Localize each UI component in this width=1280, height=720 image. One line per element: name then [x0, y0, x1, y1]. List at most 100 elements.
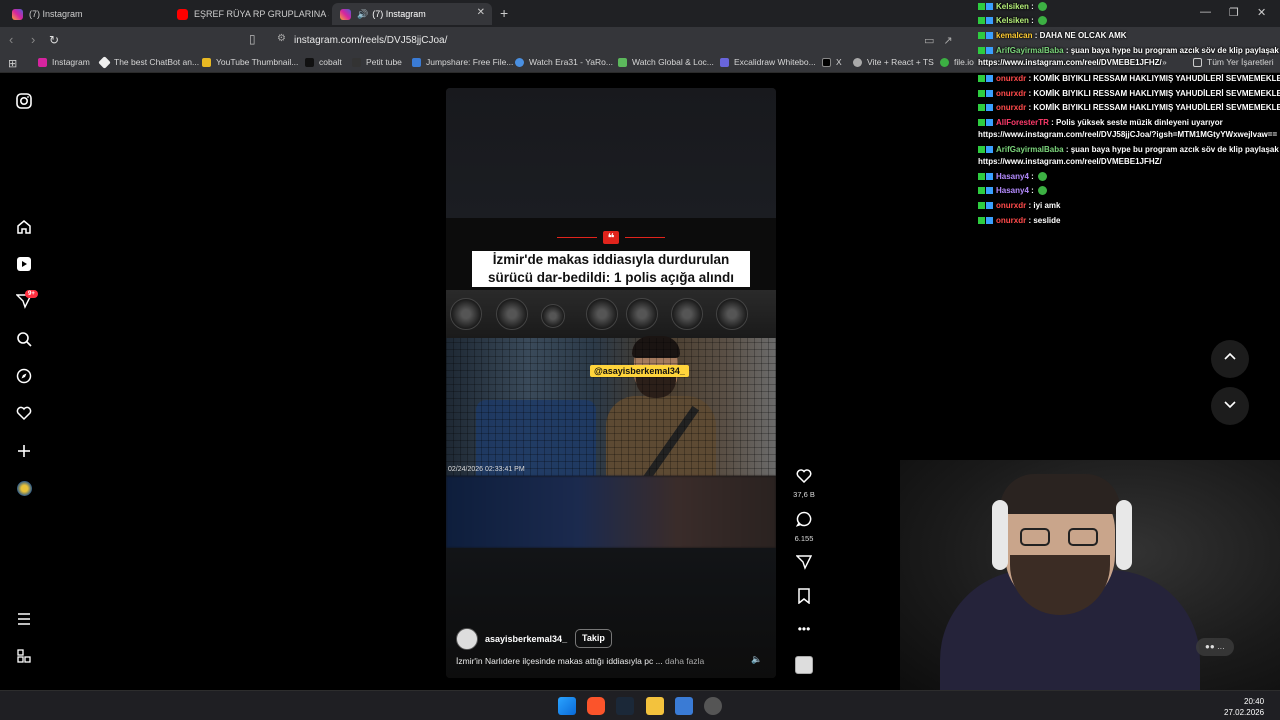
- bookmark-item[interactable]: Jumpshare: Free File...: [412, 57, 513, 67]
- minimize-icon[interactable]: —: [1200, 6, 1211, 18]
- chat-text: DAHA NE OLCAK AMK: [1039, 31, 1127, 40]
- emote-icon: [1038, 2, 1048, 12]
- app-icon[interactable]: [675, 697, 693, 715]
- divider: [557, 237, 597, 238]
- badge-icon: [978, 217, 985, 225]
- bookmark-item[interactable]: Excalidraw Whitebo...: [720, 57, 816, 67]
- badge-icon: [978, 3, 985, 11]
- all-bookmarks-folder[interactable]: Tüm Yer İşaretleri: [1193, 57, 1274, 67]
- home-icon[interactable]: [15, 218, 33, 236]
- video-bottom-blur: [446, 476, 776, 548]
- apps-grid-icon[interactable]: ⊞: [8, 57, 17, 70]
- save-icon[interactable]: [793, 588, 815, 609]
- system-clock[interactable]: 20:40 27.02.2026: [1224, 696, 1264, 718]
- badge-icon: [978, 47, 985, 55]
- bookmark-item[interactable]: The best ChatBot an...: [98, 55, 199, 69]
- more-options-icon[interactable]: •••: [793, 622, 815, 636]
- follow-button[interactable]: Takip: [575, 629, 612, 648]
- author-username[interactable]: asayisberkemal34_: [485, 634, 567, 644]
- create-icon[interactable]: [15, 442, 33, 460]
- restore-icon[interactable]: ❐: [1229, 6, 1239, 19]
- globe-icon: [853, 57, 862, 67]
- share-icon[interactable]: [793, 554, 815, 575]
- back-icon[interactable]: ‹: [9, 32, 13, 47]
- bookmark-item[interactable]: Instagram: [38, 57, 90, 67]
- volume-icon[interactable]: 🔈: [751, 654, 762, 665]
- start-icon[interactable]: [558, 697, 576, 715]
- chat-text: KOMİK BIYIKLI RESSAM HAKLIYMIŞ YAHUDİLER…: [1033, 103, 1280, 112]
- bookmark-page-icon[interactable]: ▯: [249, 32, 256, 46]
- heart-icon[interactable]: [793, 468, 815, 487]
- site-info-icon[interactable]: ⚙: [277, 33, 286, 44]
- chat-message: onurxdr : KOMİK BIYIKLI RESSAM HAKLIYMIŞ…: [978, 74, 1280, 83]
- emote-icon: [1038, 172, 1048, 182]
- address-bar[interactable]: ⚙ instagram.com/reels/DVJ58jjCJoa/: [268, 30, 968, 50]
- instagram-logo-icon[interactable]: [15, 92, 33, 110]
- reload-icon[interactable]: ↻: [49, 33, 59, 47]
- chat-text: Polis yüksek seste müzik dinleyeni uyarı…: [1056, 118, 1223, 127]
- badge-icon: [986, 119, 993, 127]
- caption-text: İzmir'in Narlıdere ilçesinde makas attığ…: [456, 656, 663, 666]
- menu-icon[interactable]: [15, 610, 33, 628]
- quote-icon: ❝: [603, 231, 619, 245]
- clock-date: 27.02.2026: [1224, 708, 1265, 717]
- heart-icon[interactable]: [15, 404, 33, 422]
- speaker-icon[interactable]: 🔊: [357, 9, 368, 20]
- profile-avatar-icon[interactable]: [15, 479, 33, 497]
- bookmark-item[interactable]: file.io: [940, 57, 974, 67]
- browser-tab[interactable]: (7) Instagram: [4, 3, 169, 25]
- explore-icon[interactable]: [15, 367, 33, 385]
- browser-tab[interactable]: EŞREF RÜYA RP GRUPLARINA SIZDIM: [169, 3, 329, 25]
- bookmark-item[interactable]: YouTube Thumbnail...: [202, 57, 298, 67]
- browser-tab-active[interactable]: 🔊 (7) Instagram ✕: [332, 3, 492, 25]
- chat-separator: :: [1063, 145, 1071, 154]
- steam-icon[interactable]: [616, 697, 634, 715]
- file-explorer-icon[interactable]: [646, 697, 664, 715]
- comment-icon[interactable]: [793, 511, 815, 531]
- cage-grille: [446, 338, 776, 476]
- reels-icon[interactable]: [15, 255, 33, 273]
- fileio-icon: [940, 57, 949, 67]
- reel-video[interactable]: ❝ İzmir'de makas iddiasıyla durdurulan s…: [446, 88, 776, 678]
- bookmark-item[interactable]: cobalt: [305, 57, 342, 67]
- new-tab-button[interactable]: +: [500, 5, 508, 21]
- audio-thumbnail[interactable]: [793, 656, 815, 674]
- badge-icon: [978, 90, 985, 98]
- next-reel-button[interactable]: [1211, 387, 1249, 425]
- chat-username: AllForesterTR: [996, 118, 1049, 127]
- comment-action[interactable]: 6.155: [793, 511, 815, 543]
- bookmark-item[interactable]: Petit tube: [352, 57, 402, 67]
- close-tab-icon[interactable]: ✕: [477, 7, 485, 18]
- comment-count: 6.155: [794, 534, 814, 543]
- tab-label: (7) Instagram: [29, 9, 83, 19]
- badge-icon: [978, 119, 985, 127]
- badge-icon: [986, 173, 993, 181]
- chat-message: ArifGayirmalBaba : şuan baya hype bu pro…: [978, 145, 1280, 154]
- obs-icon[interactable]: [704, 697, 722, 715]
- like-count: 37,6 B: [793, 490, 815, 499]
- brave-browser-icon[interactable]: [587, 697, 605, 715]
- close-window-icon[interactable]: ✕: [1257, 6, 1266, 19]
- more-bookmarks-button[interactable]: »: [1162, 57, 1167, 67]
- account-watermark: @asayisberkemal34_: [590, 365, 689, 377]
- meta-apps-icon[interactable]: [15, 647, 33, 665]
- forward-icon[interactable]: ›: [31, 32, 35, 47]
- bookmark-item[interactable]: Vite + React + TS: [853, 57, 934, 67]
- bookmark-item[interactable]: Watch Global & Loc...: [618, 57, 714, 67]
- show-more-link[interactable]: daha fazla: [665, 656, 704, 666]
- toolbar-extension-icons[interactable]: ▭↗: [924, 34, 962, 47]
- badge-icon: [978, 75, 985, 83]
- like-action[interactable]: 37,6 B: [793, 468, 815, 499]
- author-avatar[interactable]: [456, 628, 478, 650]
- chat-separator: :: [1032, 31, 1040, 40]
- bookmark-item[interactable]: Watch Era31 - YaRo...: [515, 57, 613, 67]
- chat-message: Hasany4 :: [978, 172, 1048, 182]
- bookmark-item[interactable]: X: [822, 57, 842, 67]
- search-icon[interactable]: [15, 330, 33, 348]
- chat-text: https://www.instagram.com/reel/DVMEBE1JF…: [978, 58, 1162, 67]
- previous-reel-button[interactable]: [1211, 340, 1249, 378]
- chat-username: onurxdr: [996, 103, 1027, 112]
- badge-icon: [986, 90, 993, 98]
- x-icon: [822, 57, 831, 67]
- badge-icon: [978, 146, 985, 154]
